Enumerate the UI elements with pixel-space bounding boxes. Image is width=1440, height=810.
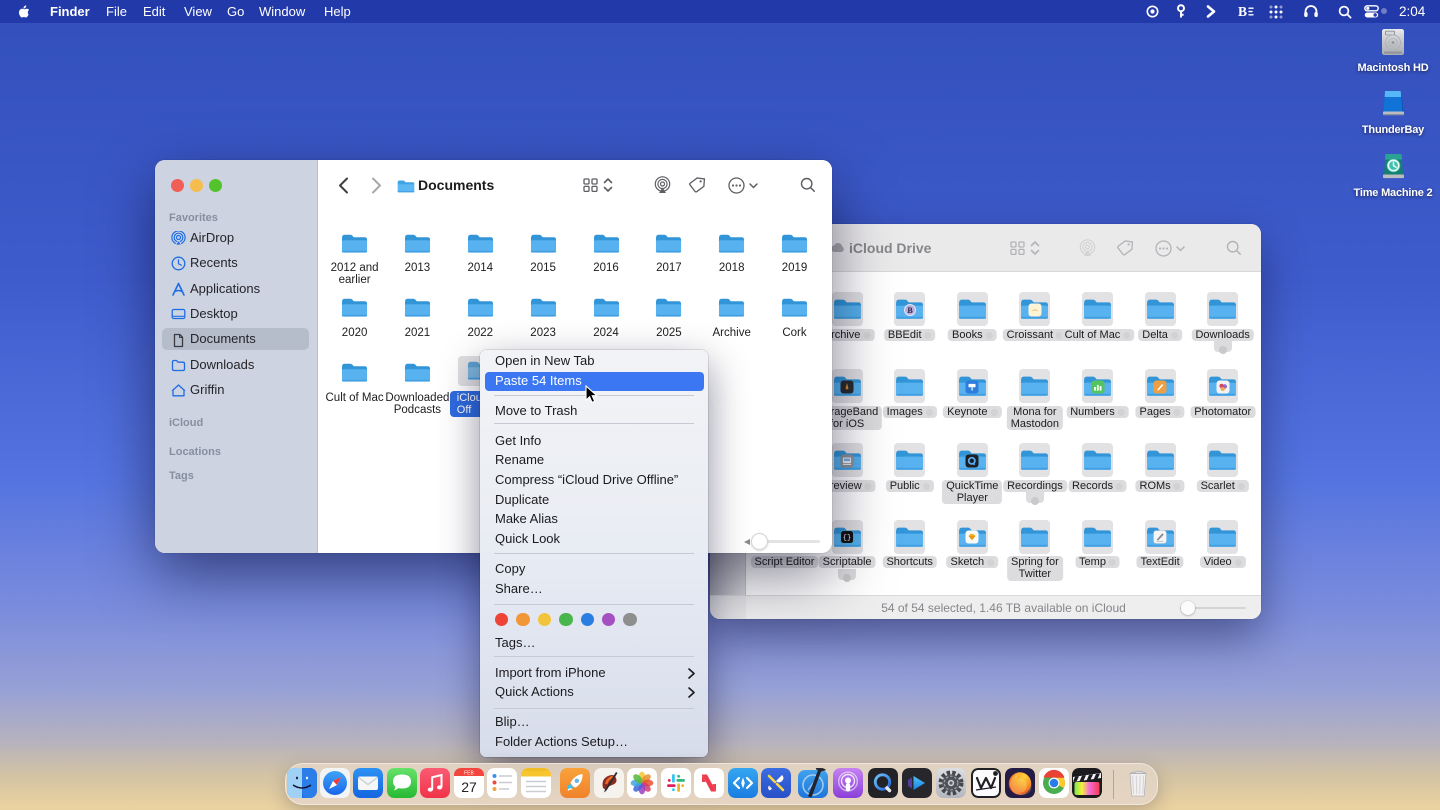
svg-text:{}: {} bbox=[843, 535, 851, 543]
svg-text:FEB: FEB bbox=[464, 771, 474, 777]
svg-text:B: B bbox=[907, 305, 913, 314]
svg-text:27: 27 bbox=[461, 779, 477, 795]
